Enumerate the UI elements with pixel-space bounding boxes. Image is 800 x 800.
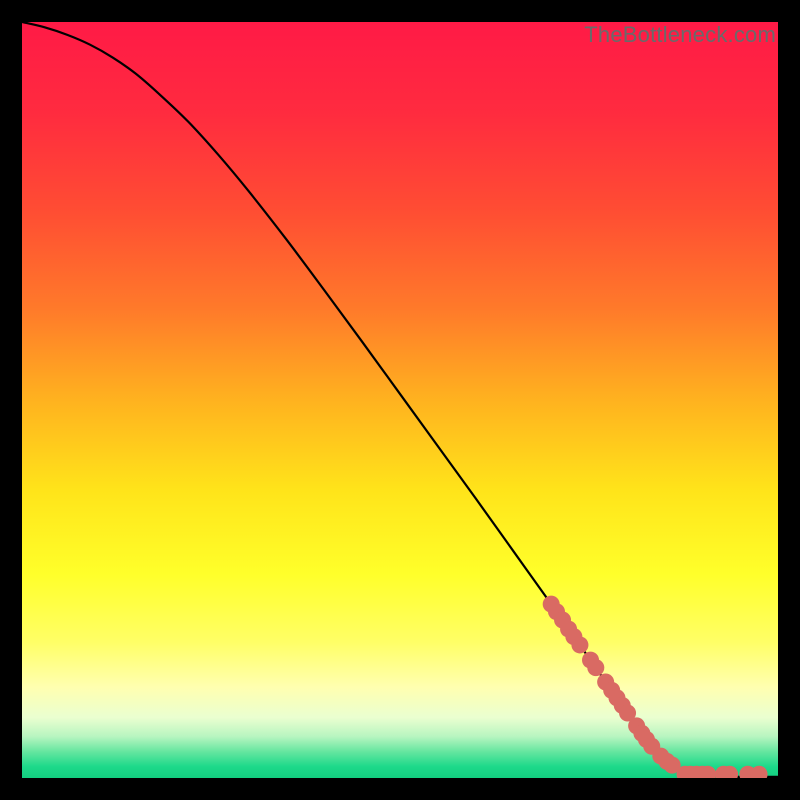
- chart-frame: TheBottleneck.com: [22, 22, 778, 778]
- watermark-text: TheBottleneck.com: [584, 22, 776, 48]
- marker-group: [543, 596, 768, 778]
- marker-dot: [571, 636, 588, 653]
- chart-plot: [22, 22, 778, 778]
- marker-dot: [751, 766, 768, 778]
- curve-line: [22, 22, 778, 777]
- marker-dot: [587, 659, 604, 676]
